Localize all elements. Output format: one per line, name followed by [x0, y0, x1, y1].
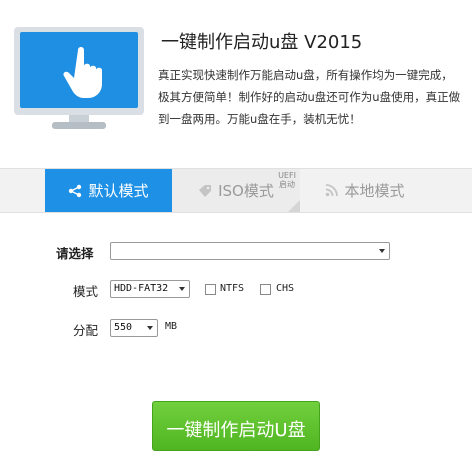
alloc-select[interactable]: 550: [110, 319, 158, 337]
alloc-unit: MB: [165, 321, 178, 332]
alloc-label: 分配: [73, 323, 99, 338]
tab-local-mode[interactable]: 本地模式: [300, 169, 430, 212]
mode-select-value: HDD-FAT32: [114, 283, 169, 294]
device-select-label: 请选择: [56, 246, 94, 261]
share-icon: [69, 184, 82, 197]
device-select[interactable]: [110, 242, 390, 260]
tab-default-mode[interactable]: 默认模式: [45, 169, 172, 212]
mode-select[interactable]: HDD-FAT32: [110, 280, 190, 298]
rss-icon: [326, 184, 339, 197]
chevron-down-icon: [147, 326, 153, 330]
mode-label: 模式: [73, 284, 99, 299]
chevron-down-icon: [379, 249, 385, 253]
app-description: 真正实现快速制作万能启动u盘，所有操作均为一键完成，极其方便简单！制作好的启动u…: [158, 68, 461, 126]
tab-default-label: 默认模式: [88, 182, 149, 200]
tab-local-label: 本地模式: [344, 182, 405, 200]
chs-checkbox[interactable]: [260, 284, 271, 295]
tab-iso-label: ISO模式: [218, 182, 274, 200]
ntfs-checkbox[interactable]: [205, 284, 216, 295]
hero-monitor-icon: [14, 27, 144, 130]
app-title: 一键制作启动u盘 V2015: [161, 32, 363, 53]
alloc-select-value: 550: [114, 322, 133, 333]
ntfs-label: NTFS: [220, 283, 245, 294]
uefi-badge: UEFI启动: [278, 171, 296, 189]
tag-icon: [199, 184, 212, 197]
tab-iso-mode[interactable]: ISO模式 UEFI启动: [172, 169, 300, 212]
mode-tabbar: 默认模式 ISO模式 UEFI启动 本地模式: [0, 168, 472, 213]
hand-pointer-icon: [63, 47, 102, 98]
chevron-down-icon: [179, 287, 185, 291]
chs-label: CHS: [276, 283, 295, 294]
